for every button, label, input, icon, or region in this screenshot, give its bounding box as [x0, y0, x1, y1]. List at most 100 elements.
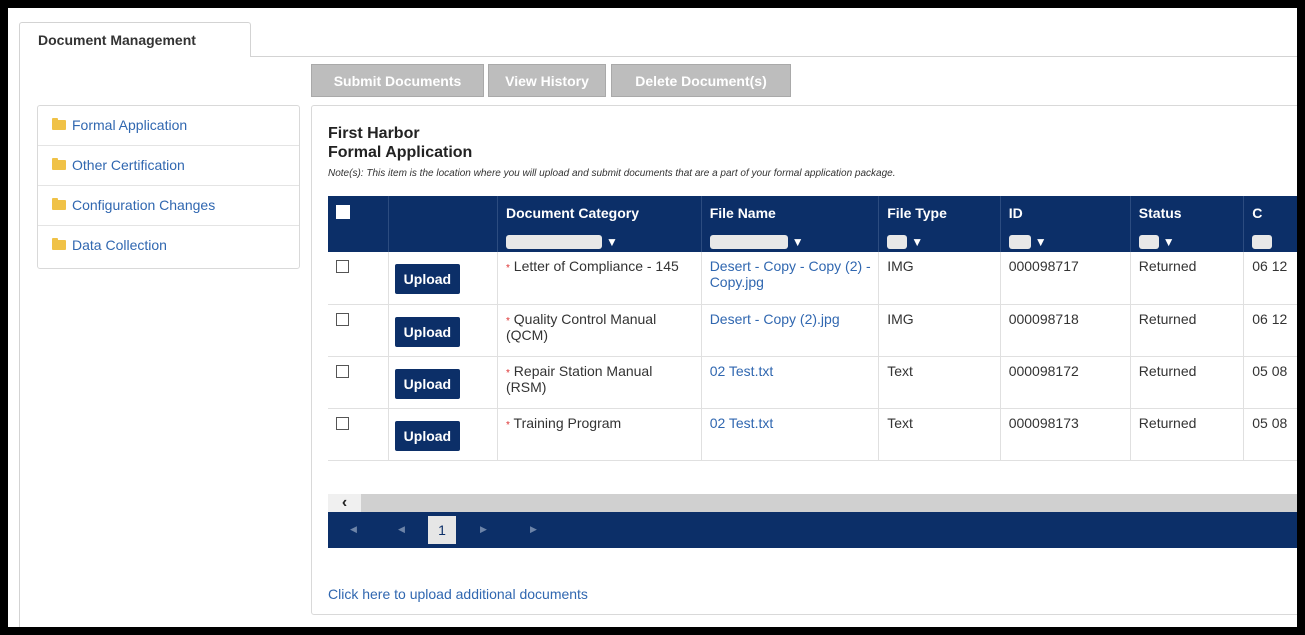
chevron-left-icon[interactable]: ‹	[328, 494, 361, 512]
file-name-link[interactable]: 02 Test.txt	[710, 415, 774, 431]
first-page-icon[interactable]: ◀	[350, 524, 357, 535]
column-header-upload	[388, 196, 499, 230]
upload-button[interactable]: Upload	[394, 420, 461, 451]
column-header-document-category[interactable]: Document Category	[497, 196, 702, 230]
delete-documents-button[interactable]: Delete Document(s)	[611, 64, 791, 97]
file-type-cell: IMG	[878, 252, 1001, 305]
date-cell: 05 08	[1243, 408, 1297, 461]
filter-cell-id: ▼	[1000, 230, 1131, 252]
sidebar-item-label: Formal Application	[72, 117, 188, 133]
folder-icon	[52, 238, 66, 251]
date-cell: 06 12	[1243, 252, 1297, 305]
id-filter-input[interactable]	[1008, 235, 1031, 250]
required-marker: *	[506, 419, 510, 431]
category-filter-input[interactable]	[506, 235, 602, 250]
table-row: Upload * Letter of Compliance - 145 Dese…	[328, 252, 1297, 305]
row-select-cell	[328, 408, 389, 461]
next-page-icon[interactable]: ▶	[480, 524, 487, 535]
grid-pager: ◀ ◀ 1 ▶ ▶	[328, 512, 1297, 548]
id-cell: 000098172	[1000, 356, 1131, 409]
file-name-link[interactable]: 02 Test.txt	[710, 363, 774, 379]
upload-cell: Upload	[388, 252, 499, 305]
funnel-icon[interactable]: ▼	[911, 235, 923, 249]
file-name-filter-input[interactable]	[709, 235, 788, 250]
id-cell: 000098173	[1000, 408, 1131, 461]
file-type-filter-input[interactable]	[887, 235, 908, 250]
sidebar-item-label: Data Collection	[72, 237, 167, 253]
funnel-icon[interactable]: ▼	[1035, 235, 1047, 249]
funnel-icon[interactable]: ▼	[792, 235, 804, 249]
folder-icon	[52, 158, 66, 171]
row-select-cell	[328, 304, 389, 357]
sidebar-item-data-collection[interactable]: Data Collection	[38, 226, 299, 266]
status-cell: Returned	[1130, 304, 1245, 357]
status-cell: Returned	[1130, 356, 1245, 409]
upload-button[interactable]: Upload	[394, 264, 461, 294]
date-filter-input[interactable]	[1252, 235, 1273, 250]
category-cell: * Training Program	[497, 408, 702, 461]
upload-cell: Upload	[388, 304, 499, 357]
category-sidebar: Formal Application Other Certification C…	[37, 105, 300, 269]
upload-button[interactable]: Upload	[394, 316, 461, 347]
upload-additional-documents-link[interactable]: Click here to upload additional document…	[328, 586, 588, 602]
row-select-cell	[328, 356, 389, 409]
row-select-cell	[328, 252, 389, 305]
required-marker: *	[506, 367, 510, 379]
file-name-cell: 02 Test.txt	[701, 408, 880, 461]
sidebar-item-other-certification[interactable]: Other Certification	[38, 146, 299, 186]
table-row: Upload * Repair Station Manual (RSM) 02 …	[328, 356, 1297, 409]
view-history-button[interactable]: View History	[488, 64, 606, 97]
section-title: Formal Application	[328, 144, 473, 161]
column-header-date[interactable]: C	[1243, 196, 1297, 230]
file-name-cell: 02 Test.txt	[701, 356, 880, 409]
instruction-note: Note(s): This item is the location where…	[328, 168, 896, 179]
documents-panel: First Harbor Formal Application Note(s):…	[311, 105, 1297, 615]
category-cell: * Quality Control Manual (QCM)	[497, 304, 702, 357]
column-header-file-type[interactable]: File Type	[878, 196, 1001, 230]
select-all-header[interactable]	[328, 196, 389, 230]
row-checkbox[interactable]	[336, 312, 349, 326]
file-type-cell: Text	[878, 356, 1001, 409]
folder-icon	[52, 198, 66, 211]
row-checkbox[interactable]	[336, 260, 349, 273]
status-cell: Returned	[1130, 252, 1245, 305]
filter-cell-date	[1243, 230, 1297, 252]
page-number-button[interactable]: 1	[428, 516, 456, 544]
file-type-cell: IMG	[878, 304, 1001, 357]
sidebar-item-formal-application[interactable]: Formal Application	[38, 106, 299, 146]
category-cell: * Letter of Compliance - 145	[497, 252, 702, 305]
table-row: Upload * Training Program 02 Test.txt Te…	[328, 408, 1297, 461]
column-header-file-name[interactable]: File Name	[701, 196, 880, 230]
submit-documents-button[interactable]: Submit Documents	[311, 64, 484, 97]
horizontal-scrollbar[interactable]: ‹	[328, 494, 1297, 512]
filter-cell-category: ▼	[497, 230, 702, 252]
category-text: Training Program	[513, 414, 622, 431]
tab-content-border	[251, 56, 1297, 57]
filter-cell-status: ▼	[1130, 230, 1245, 252]
funnel-icon[interactable]: ▼	[1163, 235, 1175, 249]
column-header-status[interactable]: Status	[1130, 196, 1245, 230]
upload-button[interactable]: Upload	[394, 368, 461, 399]
filter-cell-file-name: ▼	[701, 230, 880, 252]
company-title: First Harbor	[328, 125, 420, 142]
row-checkbox[interactable]	[336, 416, 349, 430]
last-page-icon[interactable]: ▶	[530, 524, 537, 535]
category-cell: * Repair Station Manual (RSM)	[497, 356, 702, 409]
filter-cell-empty	[328, 230, 389, 252]
status-filter-input[interactable]	[1138, 235, 1159, 250]
tab-document-management[interactable]: Document Management	[19, 22, 251, 57]
status-cell: Returned	[1130, 408, 1245, 461]
upload-cell: Upload	[388, 408, 499, 461]
select-all-checkbox[interactable]	[336, 204, 350, 219]
column-header-id[interactable]: ID	[1000, 196, 1131, 230]
previous-page-icon[interactable]: ◀	[398, 524, 405, 535]
sidebar-item-configuration-changes[interactable]: Configuration Changes	[38, 186, 299, 226]
row-checkbox[interactable]	[336, 364, 349, 378]
category-text: Letter of Compliance - 145	[513, 258, 679, 274]
documents-grid: Document Category File Name File Type ID…	[328, 196, 1297, 548]
file-name-link[interactable]: Desert - Copy - Copy (2) - Copy.jpg	[710, 258, 871, 290]
funnel-icon[interactable]: ▼	[606, 235, 618, 249]
tab-strip: Document Management	[8, 8, 1297, 57]
file-name-link[interactable]: Desert - Copy (2).jpg	[710, 311, 840, 327]
documents-table: Document Category File Name File Type ID…	[328, 196, 1297, 461]
